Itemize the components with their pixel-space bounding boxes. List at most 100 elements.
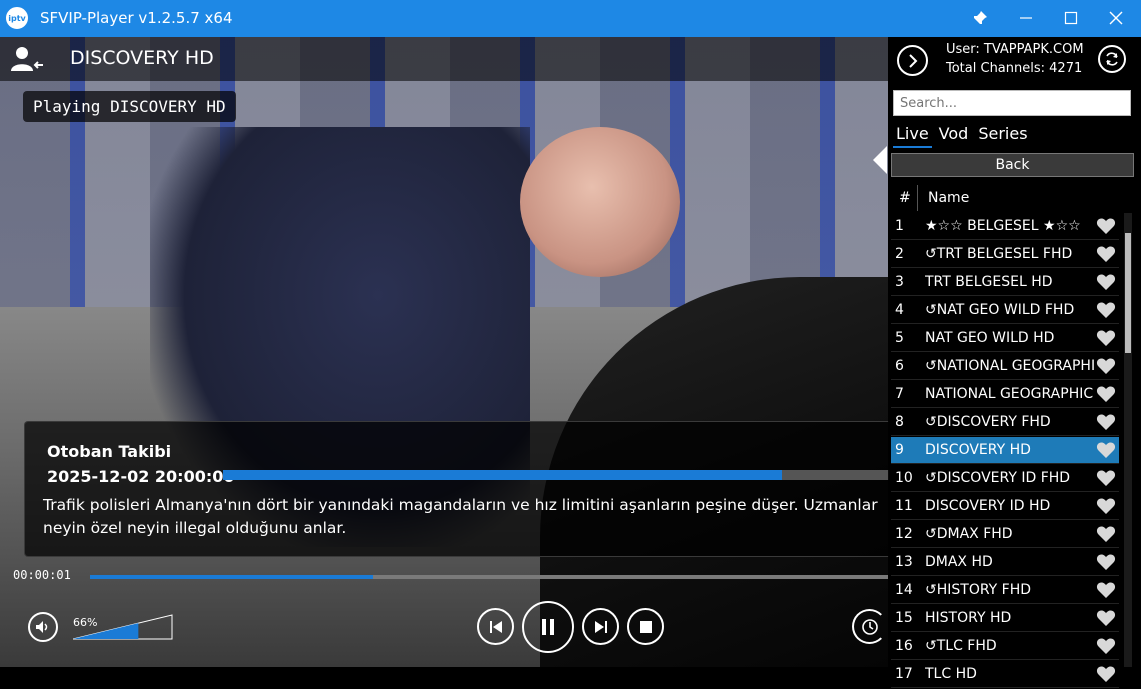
epg-progress-bar [223, 470, 889, 480]
channel-number: 10 [895, 470, 913, 486]
maximize-button[interactable] [1055, 6, 1087, 30]
next-button[interactable] [582, 608, 619, 645]
maximize-icon [1064, 11, 1078, 25]
channel-name: ★☆☆ BELGESEL ★☆☆ [925, 218, 1081, 234]
epg-program-title: Otoban Takibi [47, 442, 172, 461]
channel-name: NAT GEO WILD HD [925, 330, 1055, 346]
favorite-heart-icon[interactable] [1096, 245, 1116, 267]
favorite-heart-icon[interactable] [1096, 665, 1116, 687]
pause-icon [542, 619, 554, 635]
channel-row[interactable]: 12 ↺DMAX FHD [891, 521, 1119, 548]
favorite-heart-icon[interactable] [1096, 441, 1116, 463]
channel-number: 12 [895, 526, 913, 542]
channel-row[interactable]: 5 NAT GEO WILD HD [891, 325, 1119, 352]
channel-number: 2 [895, 246, 904, 262]
channel-row[interactable]: 16 ↺TLC FHD [891, 633, 1119, 660]
panel-collapse-button[interactable] [897, 45, 928, 76]
close-button[interactable] [1100, 6, 1132, 30]
favorite-heart-icon[interactable] [1096, 329, 1116, 351]
channel-row[interactable]: 11 DISCOVERY ID HD [891, 493, 1119, 520]
channel-number: 4 [895, 302, 904, 318]
speaker-icon [36, 621, 48, 633]
channel-title: DISCOVERY HD [70, 47, 214, 69]
favorite-heart-icon[interactable] [1096, 581, 1116, 603]
channel-row[interactable]: 17 TLC HD [891, 661, 1119, 688]
tab-live[interactable]: Live [893, 124, 932, 148]
pin-icon [973, 11, 987, 25]
search-input[interactable] [893, 90, 1131, 116]
favorite-heart-icon[interactable] [1096, 413, 1116, 435]
channel-row[interactable]: 13 DMAX HD [891, 549, 1119, 576]
channel-row[interactable]: 2 ↺TRT BELGESEL FHD [891, 241, 1119, 268]
epg-progress-fill [223, 470, 783, 480]
channel-row[interactable]: 14 ↺HISTORY FHD [891, 577, 1119, 604]
video-surface[interactable] [0, 37, 888, 667]
pin-button[interactable] [964, 6, 996, 30]
channel-row[interactable]: 9 DISCOVERY HD [891, 437, 1119, 464]
scrollbar-thumb[interactable] [1125, 233, 1131, 353]
stop-button[interactable] [627, 608, 664, 645]
channel-number: 16 [895, 638, 913, 654]
favorite-heart-icon[interactable] [1096, 217, 1116, 239]
seek-slider[interactable] [90, 575, 888, 579]
channel-name: ↺NATIONAL GEOGRAPHIC FHD [925, 358, 1095, 374]
channel-row[interactable]: 15 HISTORY HD [891, 605, 1119, 632]
total-channels-label: Total Channels: 4271 [946, 61, 1083, 76]
favorite-heart-icon[interactable] [1096, 609, 1116, 631]
favorite-heart-icon[interactable] [1096, 637, 1116, 659]
user-switch-button[interactable] [10, 45, 44, 77]
previous-button[interactable] [477, 608, 514, 645]
channel-row[interactable]: 8 ↺DISCOVERY FHD [891, 409, 1119, 436]
epg-description: Trafik polisleri Almanya'nın dört bir ya… [43, 496, 878, 537]
volume-label: 66% [73, 616, 98, 629]
channel-number: 17 [895, 666, 913, 682]
channel-row[interactable]: 6 ↺NATIONAL GEOGRAPHIC FHD [891, 353, 1119, 380]
favorite-heart-icon[interactable] [1096, 301, 1116, 323]
pause-button[interactable] [522, 601, 574, 653]
channel-name: ↺TRT BELGESEL FHD [925, 246, 1073, 262]
panel-tabs: Live Vod Series [893, 124, 1035, 148]
favorite-heart-icon[interactable] [1096, 357, 1116, 379]
favorite-heart-icon[interactable] [1096, 385, 1116, 407]
panel-toggle-arrow-icon[interactable] [873, 146, 887, 174]
column-name-header[interactable]: Name [928, 190, 969, 206]
channel-number: 7 [895, 386, 904, 402]
favorite-heart-icon[interactable] [1096, 525, 1116, 547]
channel-name: ↺DISCOVERY FHD [925, 414, 1051, 430]
epg-start-time: 2025-12-02 20:00:00 [47, 467, 235, 486]
channel-name: TLC HD [925, 666, 977, 682]
channel-number: 1 [895, 218, 904, 234]
column-number-header[interactable]: # [899, 190, 911, 206]
minimize-button[interactable] [1010, 6, 1042, 30]
skip-previous-icon [489, 620, 502, 633]
minimize-icon [1020, 17, 1032, 19]
tab-vod[interactable]: Vod [936, 124, 972, 148]
channel-number: 9 [895, 442, 904, 458]
channel-row[interactable]: 3 TRT BELGESEL HD [891, 269, 1119, 296]
history-button[interactable] [852, 609, 887, 644]
channel-row[interactable]: 7 NATIONAL GEOGRAPHIC HD [891, 381, 1119, 408]
channel-list-scrollbar[interactable] [1124, 213, 1132, 667]
channel-number: 3 [895, 274, 904, 290]
favorite-heart-icon[interactable] [1096, 553, 1116, 575]
mute-button[interactable] [28, 612, 58, 642]
refresh-icon [1106, 52, 1118, 66]
chevron-right-icon [908, 53, 917, 68]
favorite-heart-icon[interactable] [1096, 273, 1116, 295]
tab-series[interactable]: Series [975, 124, 1030, 148]
channel-row[interactable]: 10 ↺DISCOVERY ID FHD [891, 465, 1119, 492]
back-button[interactable]: Back [891, 153, 1134, 177]
channel-row[interactable]: 1 ★☆☆ BELGESEL ★☆☆ [891, 213, 1119, 240]
channel-name: DMAX HD [925, 554, 993, 570]
channel-row[interactable]: 4 ↺NAT GEO WILD FHD [891, 297, 1119, 324]
title-bar: iptv SFVIP-Player v1.2.5.7 x64 [0, 0, 1141, 37]
refresh-button[interactable] [1098, 45, 1126, 73]
channel-name: TRT BELGESEL HD [925, 274, 1053, 290]
favorite-heart-icon[interactable] [1096, 469, 1116, 491]
channel-name: NATIONAL GEOGRAPHIC HD [925, 386, 1095, 402]
app-logo-icon: iptv [6, 7, 28, 29]
channel-number: 8 [895, 414, 904, 430]
favorite-heart-icon[interactable] [1096, 497, 1116, 519]
channel-list-header: # Name [891, 185, 1121, 211]
channel-name: ↺DISCOVERY ID FHD [925, 470, 1071, 486]
